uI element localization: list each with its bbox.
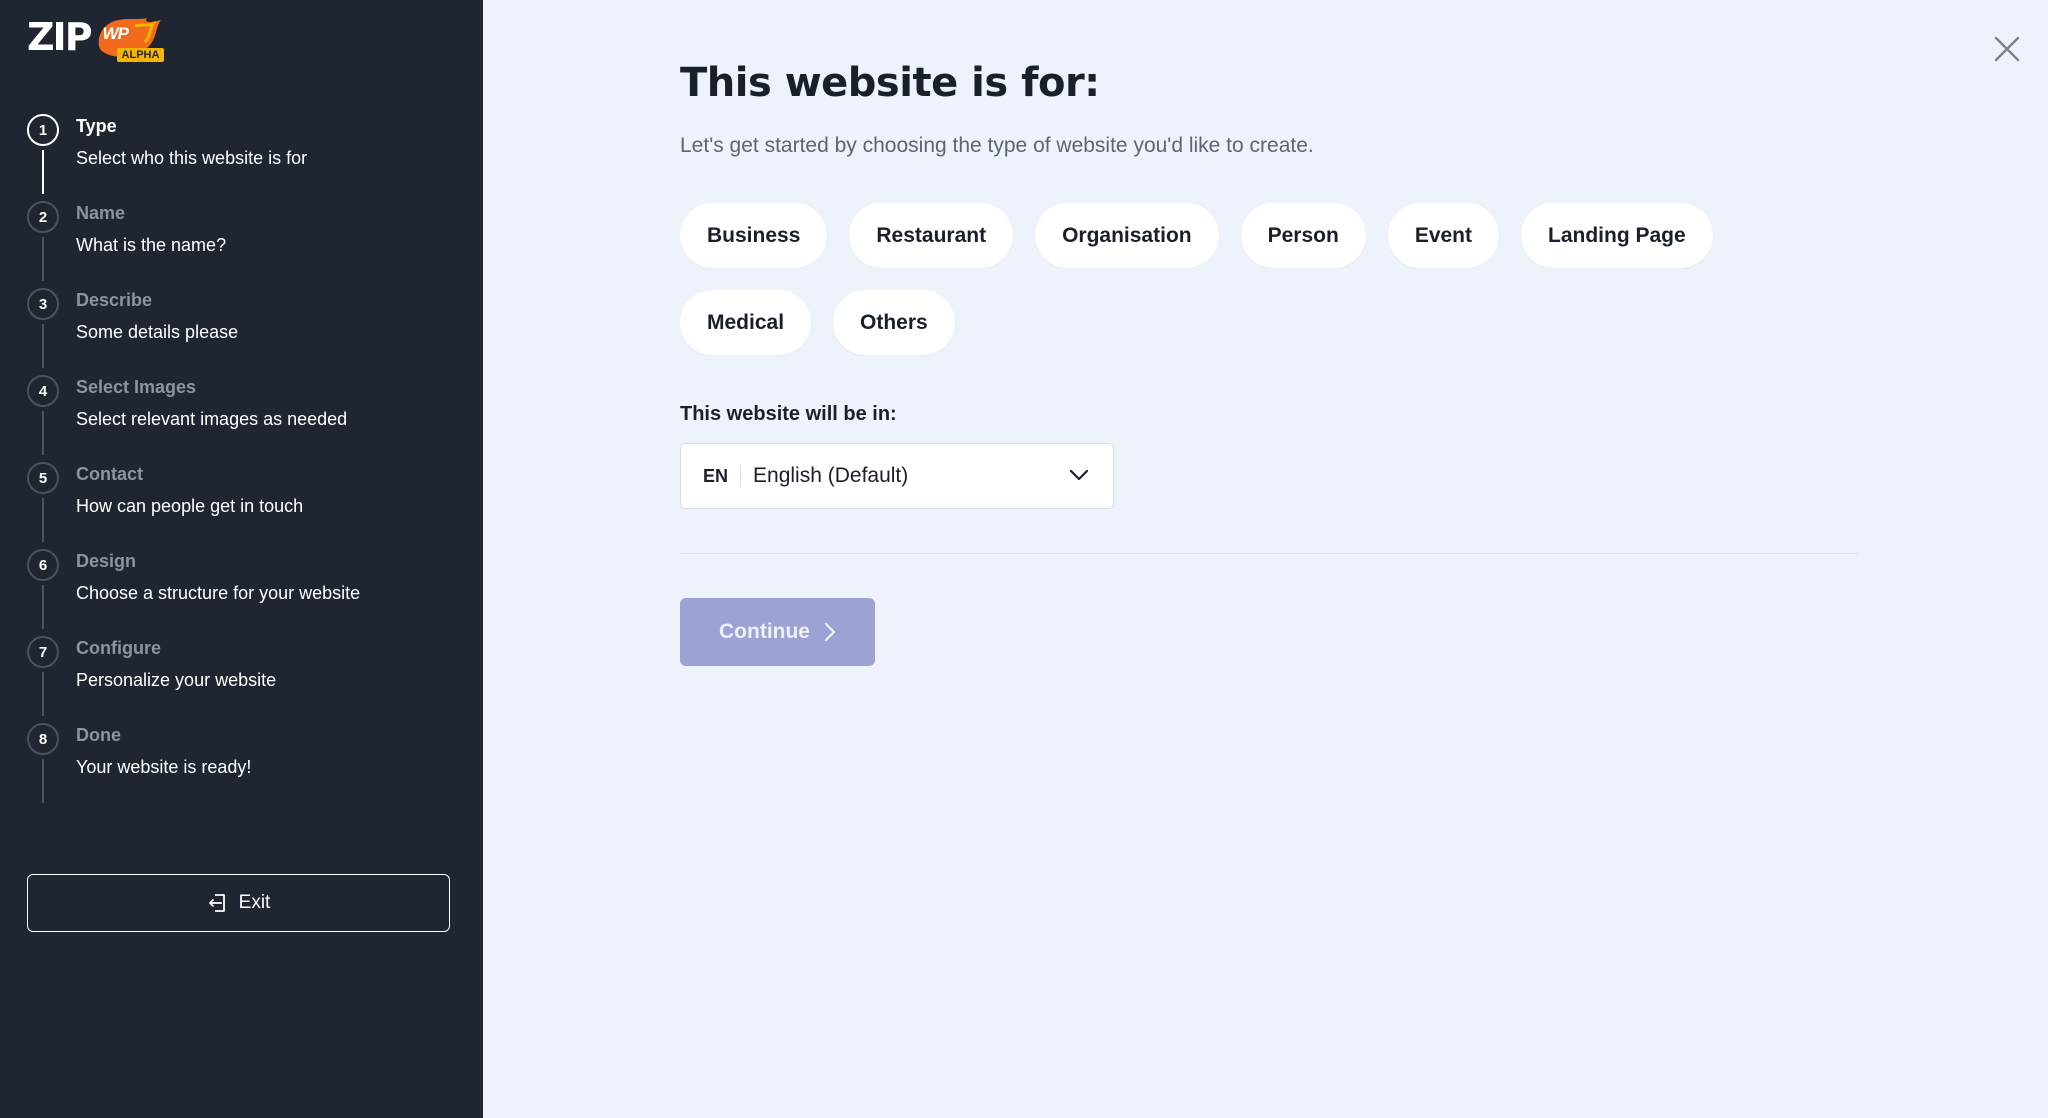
- step-number: 6: [27, 549, 59, 581]
- step-connector: [42, 324, 44, 368]
- language-selected-value: English (Default): [753, 464, 909, 487]
- step-title: Type: [76, 116, 117, 136]
- language-separator: [740, 465, 742, 487]
- step-description: What is the name?: [76, 235, 227, 255]
- exit-label: Exit: [238, 892, 271, 913]
- page-title: This website is for:: [680, 60, 1100, 106]
- language-code: EN: [703, 465, 729, 486]
- type-option-event[interactable]: Event: [1387, 203, 1499, 268]
- step-number: 3: [27, 288, 59, 320]
- close-icon: [1994, 36, 2020, 62]
- step-description: Select who this website is for: [76, 148, 308, 168]
- sidebar: ZIP WP ALPHA 1 Type Select who this webs…: [0, 0, 483, 1118]
- app-root: ZIP WP ALPHA 1 Type Select who this webs…: [0, 0, 2048, 1118]
- step-title: Design: [76, 551, 137, 571]
- type-option-organisation[interactable]: Organisation: [1035, 203, 1219, 268]
- divider: [680, 553, 1858, 554]
- step-description: Some details please: [76, 322, 239, 342]
- step-number: 4: [27, 375, 59, 407]
- type-option-medical[interactable]: Medical: [680, 290, 812, 355]
- step-name[interactable]: 2 Name What is the name?: [27, 197, 457, 284]
- step-design[interactable]: 6 Design Choose a structure for your web…: [27, 545, 457, 632]
- chevron-down-icon: [1069, 469, 1089, 481]
- logo: ZIP WP ALPHA: [27, 14, 165, 64]
- step-description: Your website is ready!: [76, 757, 252, 777]
- language-select[interactable]: EN English (Default): [680, 443, 1114, 509]
- step-connector: [42, 498, 44, 542]
- continue-label: Continue: [719, 620, 810, 643]
- exit-door-icon: [208, 894, 225, 912]
- step-describe[interactable]: 3 Describe Some details please: [27, 284, 457, 371]
- step-list: 1 Type Select who this website is for 2 …: [27, 110, 457, 806]
- step-select-images[interactable]: 4 Select Images Select relevant images a…: [27, 371, 457, 458]
- step-title: Name: [76, 203, 126, 223]
- step-type[interactable]: 1 Type Select who this website is for: [27, 110, 457, 197]
- continue-button[interactable]: Continue: [680, 598, 875, 666]
- type-option-others[interactable]: Others: [833, 290, 955, 355]
- close-button[interactable]: [1992, 34, 2022, 64]
- step-connector: [42, 759, 44, 803]
- step-number: 5: [27, 462, 59, 494]
- step-number: 8: [27, 723, 59, 755]
- main-panel: This website is for: Let's get started b…: [483, 0, 2048, 1118]
- type-option-business[interactable]: Business: [680, 203, 828, 268]
- step-connector: [42, 672, 44, 716]
- type-option-landing-page[interactable]: Landing Page: [1521, 203, 1713, 268]
- step-title: Describe: [76, 290, 153, 310]
- step-done[interactable]: 8 Done Your website is ready!: [27, 719, 457, 806]
- step-title: Select Images: [76, 377, 197, 397]
- language-label: This website will be in:: [680, 403, 897, 425]
- step-configure[interactable]: 7 Configure Personalize your website: [27, 632, 457, 719]
- step-title: Done: [76, 725, 121, 745]
- step-number: 7: [27, 636, 59, 668]
- content: This website is for: Let's get started b…: [680, 60, 1860, 666]
- type-option-restaurant[interactable]: Restaurant: [849, 203, 1014, 268]
- step-title: Configure: [76, 638, 161, 658]
- wp-badge-text: WP: [102, 24, 129, 43]
- step-description: How can people get in touch: [76, 496, 304, 516]
- step-connector: [42, 585, 44, 629]
- page-subtitle: Let's get started by choosing the type o…: [680, 134, 1314, 157]
- step-connector: [42, 150, 44, 194]
- type-option-person[interactable]: Person: [1240, 203, 1366, 268]
- website-type-options: Business Restaurant Organisation Person …: [680, 203, 1780, 355]
- logo-text: ZIP: [27, 15, 93, 59]
- wp-badge: WP ALPHA: [95, 14, 165, 64]
- step-connector: [42, 237, 44, 281]
- step-number: 2: [27, 201, 59, 233]
- chevron-right-icon: [824, 622, 836, 642]
- alpha-badge: ALPHA: [116, 48, 165, 62]
- step-description: Select relevant images as needed: [76, 409, 348, 429]
- step-number: 1: [27, 114, 59, 146]
- step-description: Personalize your website: [76, 670, 277, 690]
- step-description: Choose a structure for your website: [76, 583, 361, 603]
- exit-button[interactable]: Exit: [27, 874, 450, 932]
- step-connector: [42, 411, 44, 455]
- step-title: Contact: [76, 464, 143, 484]
- step-contact[interactable]: 5 Contact How can people get in touch: [27, 458, 457, 545]
